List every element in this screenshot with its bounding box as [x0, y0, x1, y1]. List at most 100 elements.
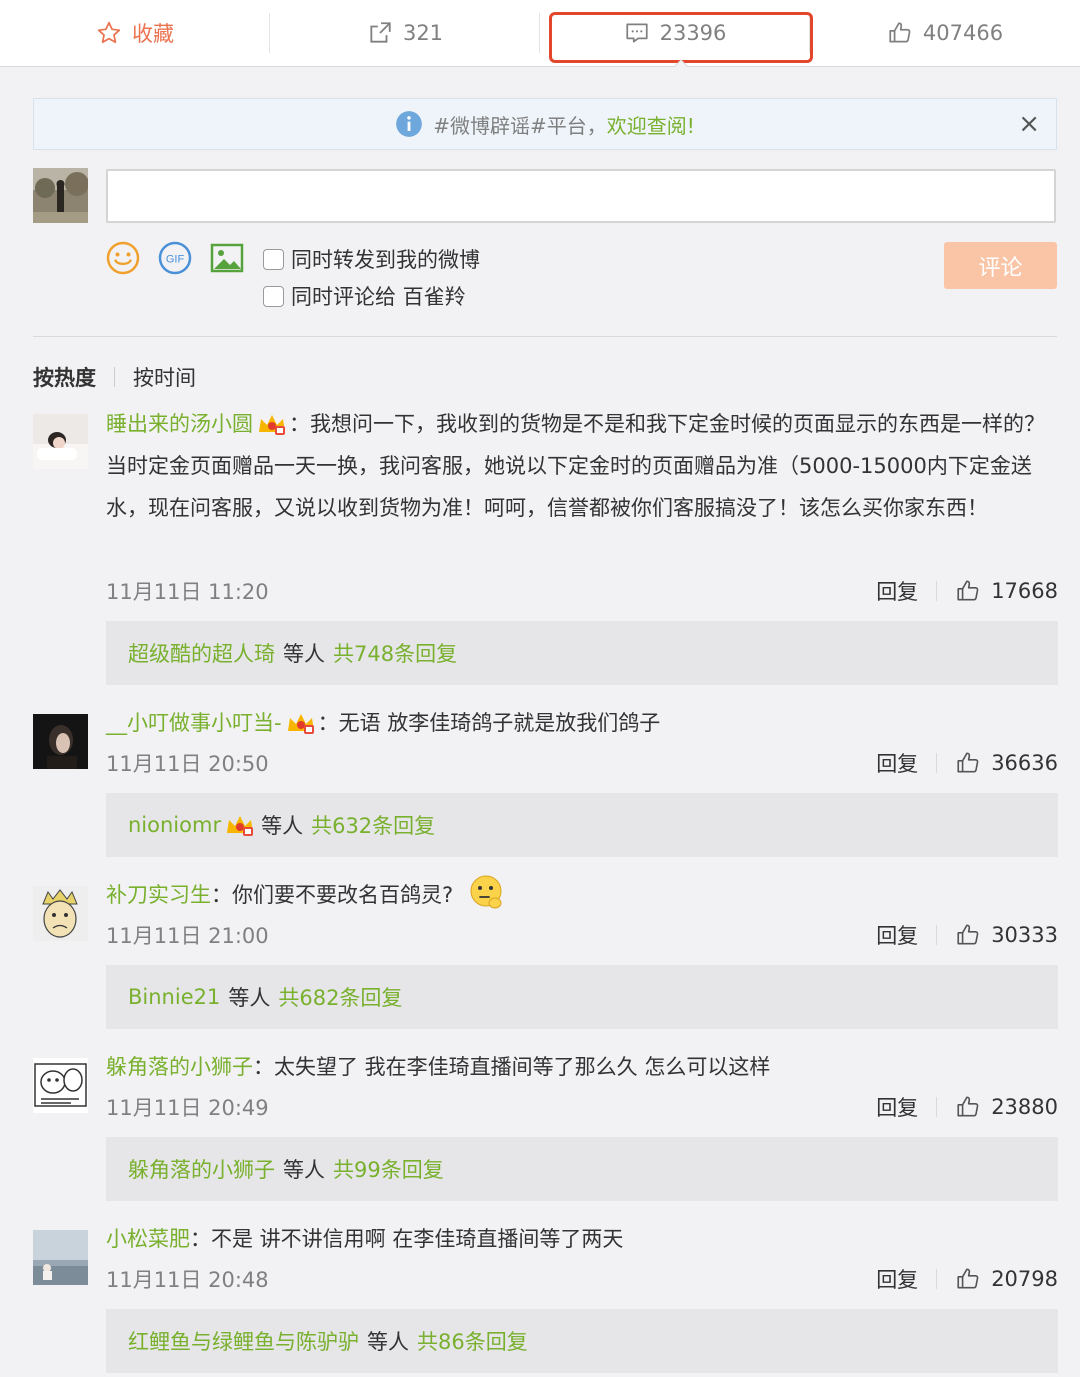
comment-meta: 11月11日 20:48 回复 20798	[106, 1264, 1058, 1294]
avatar[interactable]	[33, 168, 88, 223]
like-button[interactable]: 407466	[810, 0, 1080, 66]
favorite-label: 收藏	[132, 22, 174, 46]
comment-separator: ：	[190, 1227, 211, 1251]
comment-username[interactable]: 躲角落的小狮子	[106, 1055, 253, 1079]
comment-meta: 11月11日 20:49 回复 23880	[106, 1092, 1058, 1122]
comment-text: 无语 放李佳琦鸽子就是放我们鸽子	[338, 711, 661, 735]
reply-button[interactable]: 回复	[876, 920, 918, 950]
comment-time: 11月11日 20:50	[106, 752, 269, 776]
comment-button[interactable]: 23396	[540, 0, 810, 66]
divider	[33, 336, 1057, 337]
reply-username[interactable]: Binnie21	[128, 985, 220, 1009]
reply-username[interactable]: 躲角落的小狮子	[128, 1154, 275, 1184]
reply-summary[interactable]: Binnie21 等人 共682条回复	[106, 965, 1058, 1029]
notice-banner: #微博辟谣#平台， 欢迎查阅! ×	[33, 98, 1057, 150]
repost-option[interactable]: 同时转发到我的微博	[263, 244, 480, 274]
reply-username[interactable]: nioniomr	[128, 813, 221, 837]
thumbs-up-icon	[957, 752, 979, 773]
comment-body: 睡出来的汤小圆 ：我想问一下，我收到的货物是不是和我下定金时候的页面显示的东西是一…	[106, 403, 1058, 529]
comment-separator: ：	[253, 1055, 274, 1079]
tab-sort-time[interactable]: 按时间	[133, 362, 196, 392]
avatar[interactable]	[33, 414, 88, 469]
reply-button[interactable]: 回复	[876, 748, 918, 778]
reply-others: 等人	[283, 642, 325, 666]
comment-like-count: 36636	[991, 751, 1058, 775]
comment-text: 不是 讲不讲信用啊 在李佳琦直播间等了两天	[211, 1227, 624, 1251]
comment-like-button[interactable]: 20798	[955, 1266, 1058, 1292]
star-icon	[97, 21, 121, 44]
comment-like-button[interactable]: 30333	[955, 922, 1058, 948]
comment-username[interactable]: __小叮做事小叮当-	[106, 711, 282, 735]
reply-others: 等人	[283, 1158, 325, 1182]
reply-username[interactable]: 红鲤鱼与绿鲤鱼与陈驴驴	[128, 1326, 359, 1356]
image-icon[interactable]	[209, 240, 245, 276]
repost-button[interactable]: 321	[270, 0, 540, 66]
info-icon	[396, 111, 423, 137]
like-count: 407466	[922, 21, 1004, 45]
reply-button[interactable]: 回复	[876, 1264, 918, 1294]
divider	[936, 581, 938, 601]
reply-summary[interactable]: 超级酷的超人琦 等人 共748条回复	[106, 621, 1058, 685]
comment-meta: 11月11日 11:20 回复 17668	[106, 576, 1058, 606]
reply-total-link[interactable]: 共632条回复	[311, 810, 435, 840]
repost-option-label: 同时转发到我的微博	[291, 248, 480, 272]
comment-username[interactable]: 补刀实习生	[106, 883, 211, 907]
reply-button[interactable]: 回复	[876, 576, 918, 606]
comment-like-button[interactable]: 36636	[955, 750, 1058, 776]
reply-summary[interactable]: 躲角落的小狮子 等人 共99条回复	[106, 1137, 1058, 1201]
comment-icon	[625, 23, 648, 43]
notice-text: #微博辟谣#平台，	[433, 113, 607, 138]
notice-link[interactable]: 欢迎查阅!	[607, 110, 695, 139]
reply-button[interactable]: 回复	[876, 1092, 918, 1122]
comment-username[interactable]: 小松菜肥	[106, 1227, 190, 1251]
thumbs-up-icon	[957, 924, 979, 945]
submit-comment-button[interactable]: 评论	[944, 242, 1057, 289]
comment-to-option[interactable]: 同时评论给 百雀羚	[263, 281, 466, 311]
comment-to-checkbox[interactable]	[263, 285, 284, 307]
comment-like-count: 20798	[991, 1267, 1058, 1291]
avatar[interactable]	[33, 886, 88, 941]
avatar[interactable]	[33, 1230, 88, 1285]
comment-meta: 11月11日 20:50 回复 36636	[106, 748, 1058, 778]
avatar[interactable]	[33, 714, 88, 769]
vip-crown-icon	[287, 714, 314, 734]
comment-separator: ：	[211, 883, 232, 907]
tab-sort-hot[interactable]: 按热度	[33, 362, 96, 392]
repost-checkbox[interactable]	[263, 248, 284, 270]
reply-total-link[interactable]: 共682条回复	[278, 982, 402, 1012]
divider	[936, 925, 938, 945]
comment-count: 23396	[659, 21, 727, 45]
comment-body: 躲角落的小狮子：太失望了 我在李佳琦直播间等了那么久 怎么可以这样	[106, 1046, 1058, 1088]
reply-total-link[interactable]: 共86条回复	[417, 1326, 528, 1356]
sort-tabs: 按热度 按时间	[33, 362, 196, 392]
reply-summary[interactable]: 红鲤鱼与绿鲤鱼与陈驴驴 等人 共86条回复	[106, 1309, 1058, 1373]
thumbs-up-icon	[957, 580, 979, 601]
reply-total-link[interactable]: 共99条回复	[333, 1154, 444, 1184]
divider	[114, 367, 115, 387]
comment-text: 太失望了 我在李佳琦直播间等了那么久 怎么可以这样	[274, 1055, 771, 1079]
comment-like-count: 17668	[991, 579, 1058, 603]
comment-like-button[interactable]: 23880	[955, 1094, 1058, 1120]
smiley-icon[interactable]	[105, 240, 141, 276]
comment-time: 11月11日 20:49	[106, 1096, 269, 1120]
comment-time: 11月11日 11:20	[106, 580, 269, 604]
reply-summary[interactable]: nioniomr 等人 共632条回复	[106, 793, 1058, 857]
divider	[936, 753, 938, 773]
comment-time: 11月11日 21:00	[106, 924, 269, 948]
vip-crown-icon	[227, 816, 254, 836]
vip-crown-icon	[259, 415, 285, 435]
comment-like-button[interactable]: 17668	[955, 578, 1058, 604]
favorite-button[interactable]: 收藏	[0, 0, 270, 66]
divider	[936, 1097, 938, 1117]
comment-input[interactable]	[106, 169, 1056, 223]
avatar[interactable]	[33, 1058, 88, 1113]
comment-username[interactable]: 睡出来的汤小圆	[106, 412, 253, 436]
reply-username[interactable]: 超级酷的超人琦	[128, 638, 275, 668]
close-icon[interactable]: ×	[1018, 109, 1040, 139]
thumbs-up-icon	[957, 1096, 979, 1117]
action-bar: 收藏 321 23396 407466	[0, 0, 1080, 67]
gif-icon[interactable]: GIF	[157, 240, 193, 276]
comment-text: 你们要不要改名百鸽灵?	[232, 883, 454, 907]
reply-total-link[interactable]: 共748条回复	[333, 638, 457, 668]
comment-body: 补刀实习生：你们要不要改名百鸽灵?	[106, 874, 1058, 916]
